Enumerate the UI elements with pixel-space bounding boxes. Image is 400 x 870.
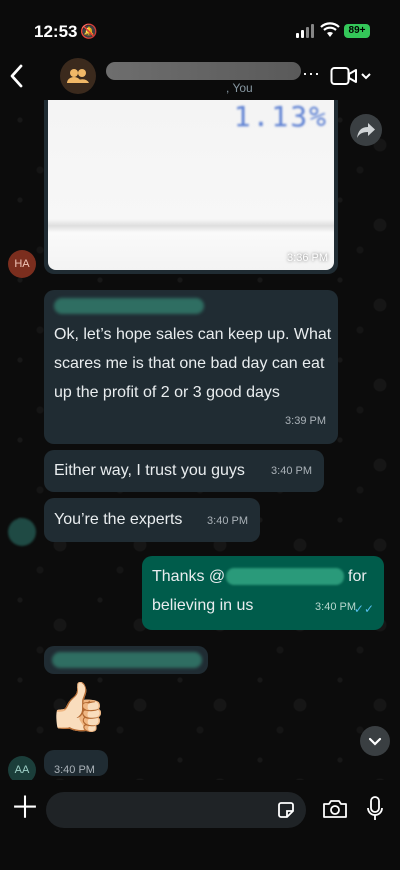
microphone-icon[interactable] [366, 796, 384, 822]
sender-avatar-ha[interactable]: HA [8, 250, 36, 278]
image-message[interactable]: 1.13% 3:36 PM [44, 100, 338, 274]
sender-name-redacted [54, 298, 204, 314]
clock: 12:53 [34, 22, 78, 41]
mention-redacted[interactable] [226, 568, 344, 585]
chevron-down-icon [368, 737, 382, 746]
message-text: for [348, 568, 367, 585]
message-timestamp: 3:39 PM [285, 415, 326, 427]
chat-header: , You ⋯ [0, 52, 400, 100]
chevron-down-icon[interactable] [360, 66, 372, 86]
timestamp-bubble: 3:40 PM [44, 750, 108, 776]
composer-bar: ＋ [0, 780, 400, 870]
forward-arrow-icon [357, 123, 375, 138]
message-text: You’re the experts [54, 511, 183, 528]
message-timestamp: 3:40 PM [315, 601, 356, 613]
message-timestamp: 3:40 PM [207, 515, 248, 527]
status-bar: 12:53 🔕 89+ [0, 0, 400, 60]
message-input[interactable] [46, 792, 306, 828]
group-people-icon [67, 69, 89, 83]
cellular-signal-icon [296, 24, 314, 38]
group-avatar[interactable] [60, 58, 96, 94]
image-percentage-text: 1.13% [233, 100, 328, 133]
message-text: believing in us [152, 597, 254, 614]
message-text: Ok, let’s hope sales can keep up. What s… [54, 326, 332, 401]
sender-name-redacted [52, 652, 202, 668]
incoming-message[interactable]: Either way, I trust you guys 3:40 PM [44, 450, 324, 492]
battery-indicator: 89+ [344, 24, 370, 38]
incoming-message[interactable]: Ok, let’s hope sales can keep up. What s… [44, 290, 338, 444]
read-receipt-icon: ✓✓ [353, 602, 374, 616]
message-timestamp: 3:40 PM [271, 465, 312, 477]
camera-icon[interactable] [322, 798, 348, 820]
forward-button[interactable] [350, 114, 382, 146]
incoming-message[interactable]: You’re the experts 3:40 PM [44, 498, 260, 542]
more-options-icon[interactable]: ⋯ [302, 64, 320, 85]
sticker-icon[interactable] [276, 800, 296, 820]
message-text: Either way, I trust you guys [54, 462, 245, 479]
group-members-subtitle: , You [226, 81, 253, 95]
wifi-icon [320, 22, 340, 37]
scroll-to-bottom-button[interactable] [360, 726, 390, 756]
message-text: Thanks @ [152, 568, 226, 585]
video-call-icon[interactable] [330, 66, 358, 86]
sender-name-bubble[interactable] [44, 646, 208, 674]
back-chevron-icon[interactable] [8, 62, 24, 90]
bell-off-icon: 🔕 [80, 23, 98, 39]
shared-image[interactable]: 1.13% [48, 100, 334, 270]
message-timestamp: 3:36 PM [287, 252, 328, 264]
attach-plus-icon[interactable]: ＋ [10, 794, 40, 824]
thumbs-up-emoji-message[interactable]: 👍🏻 [48, 680, 108, 736]
group-name-redacted[interactable] [106, 62, 301, 80]
outgoing-message[interactable]: Thanks @ for believing in us 3:40 PM ✓✓ [142, 556, 384, 630]
sender-avatar-redacted[interactable] [8, 518, 36, 546]
